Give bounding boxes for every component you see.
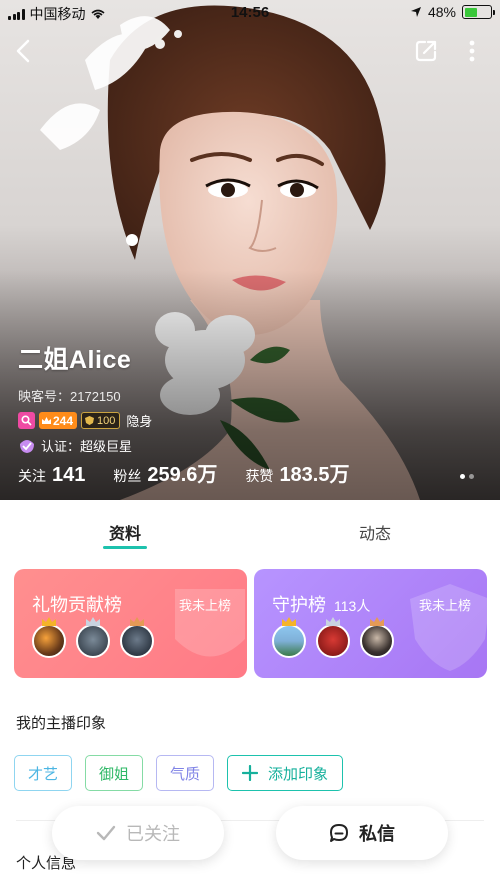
gift-ranking-status: 我未上榜 (178, 598, 231, 613)
crown-icon (370, 617, 384, 626)
avatar[interactable] (316, 617, 350, 658)
message-label: 私信 (359, 824, 395, 844)
avatar[interactable] (360, 617, 394, 658)
tab-feed[interactable]: 动态 (315, 520, 435, 544)
message-button[interactable]: 私信 (276, 806, 448, 860)
impression-tag[interactable]: 御姐 (85, 755, 144, 791)
location-arrow-icon (410, 7, 421, 17)
tab-bar: 资料 动态 (0, 500, 500, 556)
guard-count: 113人 (334, 598, 371, 614)
add-impression-label: 添加印象 (268, 765, 329, 783)
battery-icon (462, 5, 495, 19)
badge-row: 244 100 隐身 (18, 411, 152, 430)
level-badge: 244 (39, 412, 78, 429)
guard-ranking-title: 守护榜 113人 (272, 595, 371, 615)
crown-icon (130, 617, 144, 626)
gift-avatars (32, 617, 154, 658)
certification: 认证：超级巨星 (18, 436, 152, 455)
status-bar: 中国移动 14:56 48% (0, 0, 500, 26)
avatar[interactable] (76, 617, 110, 658)
certification-label: 认证：超级巨星 (41, 439, 133, 454)
impression-tags: 才艺 御姐 气质 添加印象 (14, 755, 344, 791)
stat-likes: 获赞 183.5万 (245, 464, 350, 486)
profile-id: 映客号：2172150 (18, 389, 121, 404)
guard-avatars (272, 617, 394, 658)
avatar[interactable] (272, 617, 306, 658)
search-badge-icon (18, 412, 35, 429)
shield-deco-icon (410, 584, 487, 671)
stat-fans[interactable]: 粉丝 259.6万 (113, 458, 217, 487)
crown-icon (326, 617, 340, 626)
hidden-label: 隐身 (126, 414, 153, 429)
check-icon (96, 825, 116, 841)
profile-cover: 中国移动 14:56 48% 二姐Alice 映客号：2172150 244 1… (0, 0, 500, 500)
profile-name: 二姐Alice (18, 346, 132, 374)
avatar[interactable] (32, 617, 66, 658)
more-button[interactable] (457, 36, 487, 66)
share-button[interactable] (411, 36, 441, 66)
crown-level-badge: 100 (81, 412, 121, 429)
impression-tag[interactable]: 才艺 (14, 755, 73, 791)
crown-icon (42, 416, 51, 424)
add-impression-button[interactable]: 添加印象 (227, 755, 344, 791)
chevron-left-icon (16, 39, 30, 63)
plus-icon (242, 765, 259, 781)
battery-percent: 48% (427, 4, 456, 20)
guard-ranking-card[interactable]: 守护榜 113人 我未上榜 (254, 569, 487, 678)
gift-deco-icon (175, 589, 245, 657)
profile-info: 二姐Alice 映客号：2172150 244 100 隐身 认证：超级巨星 (18, 340, 152, 455)
stat-following[interactable]: 关注 141 (18, 464, 85, 487)
impressions-title: 我的主播印象 (16, 715, 107, 732)
crown-icon (86, 617, 100, 626)
photo-pager (460, 474, 474, 479)
tab-indicator (103, 546, 147, 549)
verified-icon (20, 439, 34, 453)
chat-bubble-icon (330, 824, 348, 842)
crown-icon (282, 617, 296, 626)
stats-row: 关注 141 粉丝 259.6万 获赞 183.5万 (18, 458, 378, 487)
impression-tag[interactable]: 气质 (156, 755, 215, 791)
gift-ranking-card[interactable]: 礼物贡献榜 我未上榜 (14, 569, 247, 678)
gift-ranking-title: 礼物贡献榜 (32, 595, 122, 615)
avatar[interactable] (120, 617, 154, 658)
crown-icon (42, 617, 56, 626)
tab-profile[interactable]: 资料 (65, 520, 185, 544)
followed-label: 已关注 (126, 824, 180, 844)
more-vertical-icon (469, 40, 475, 62)
followed-button[interactable]: 已关注 (52, 806, 224, 860)
guard-ranking-status: 我未上榜 (418, 598, 471, 613)
back-button[interactable] (8, 36, 38, 66)
share-icon (415, 40, 437, 62)
shield-crown-icon (85, 416, 95, 425)
